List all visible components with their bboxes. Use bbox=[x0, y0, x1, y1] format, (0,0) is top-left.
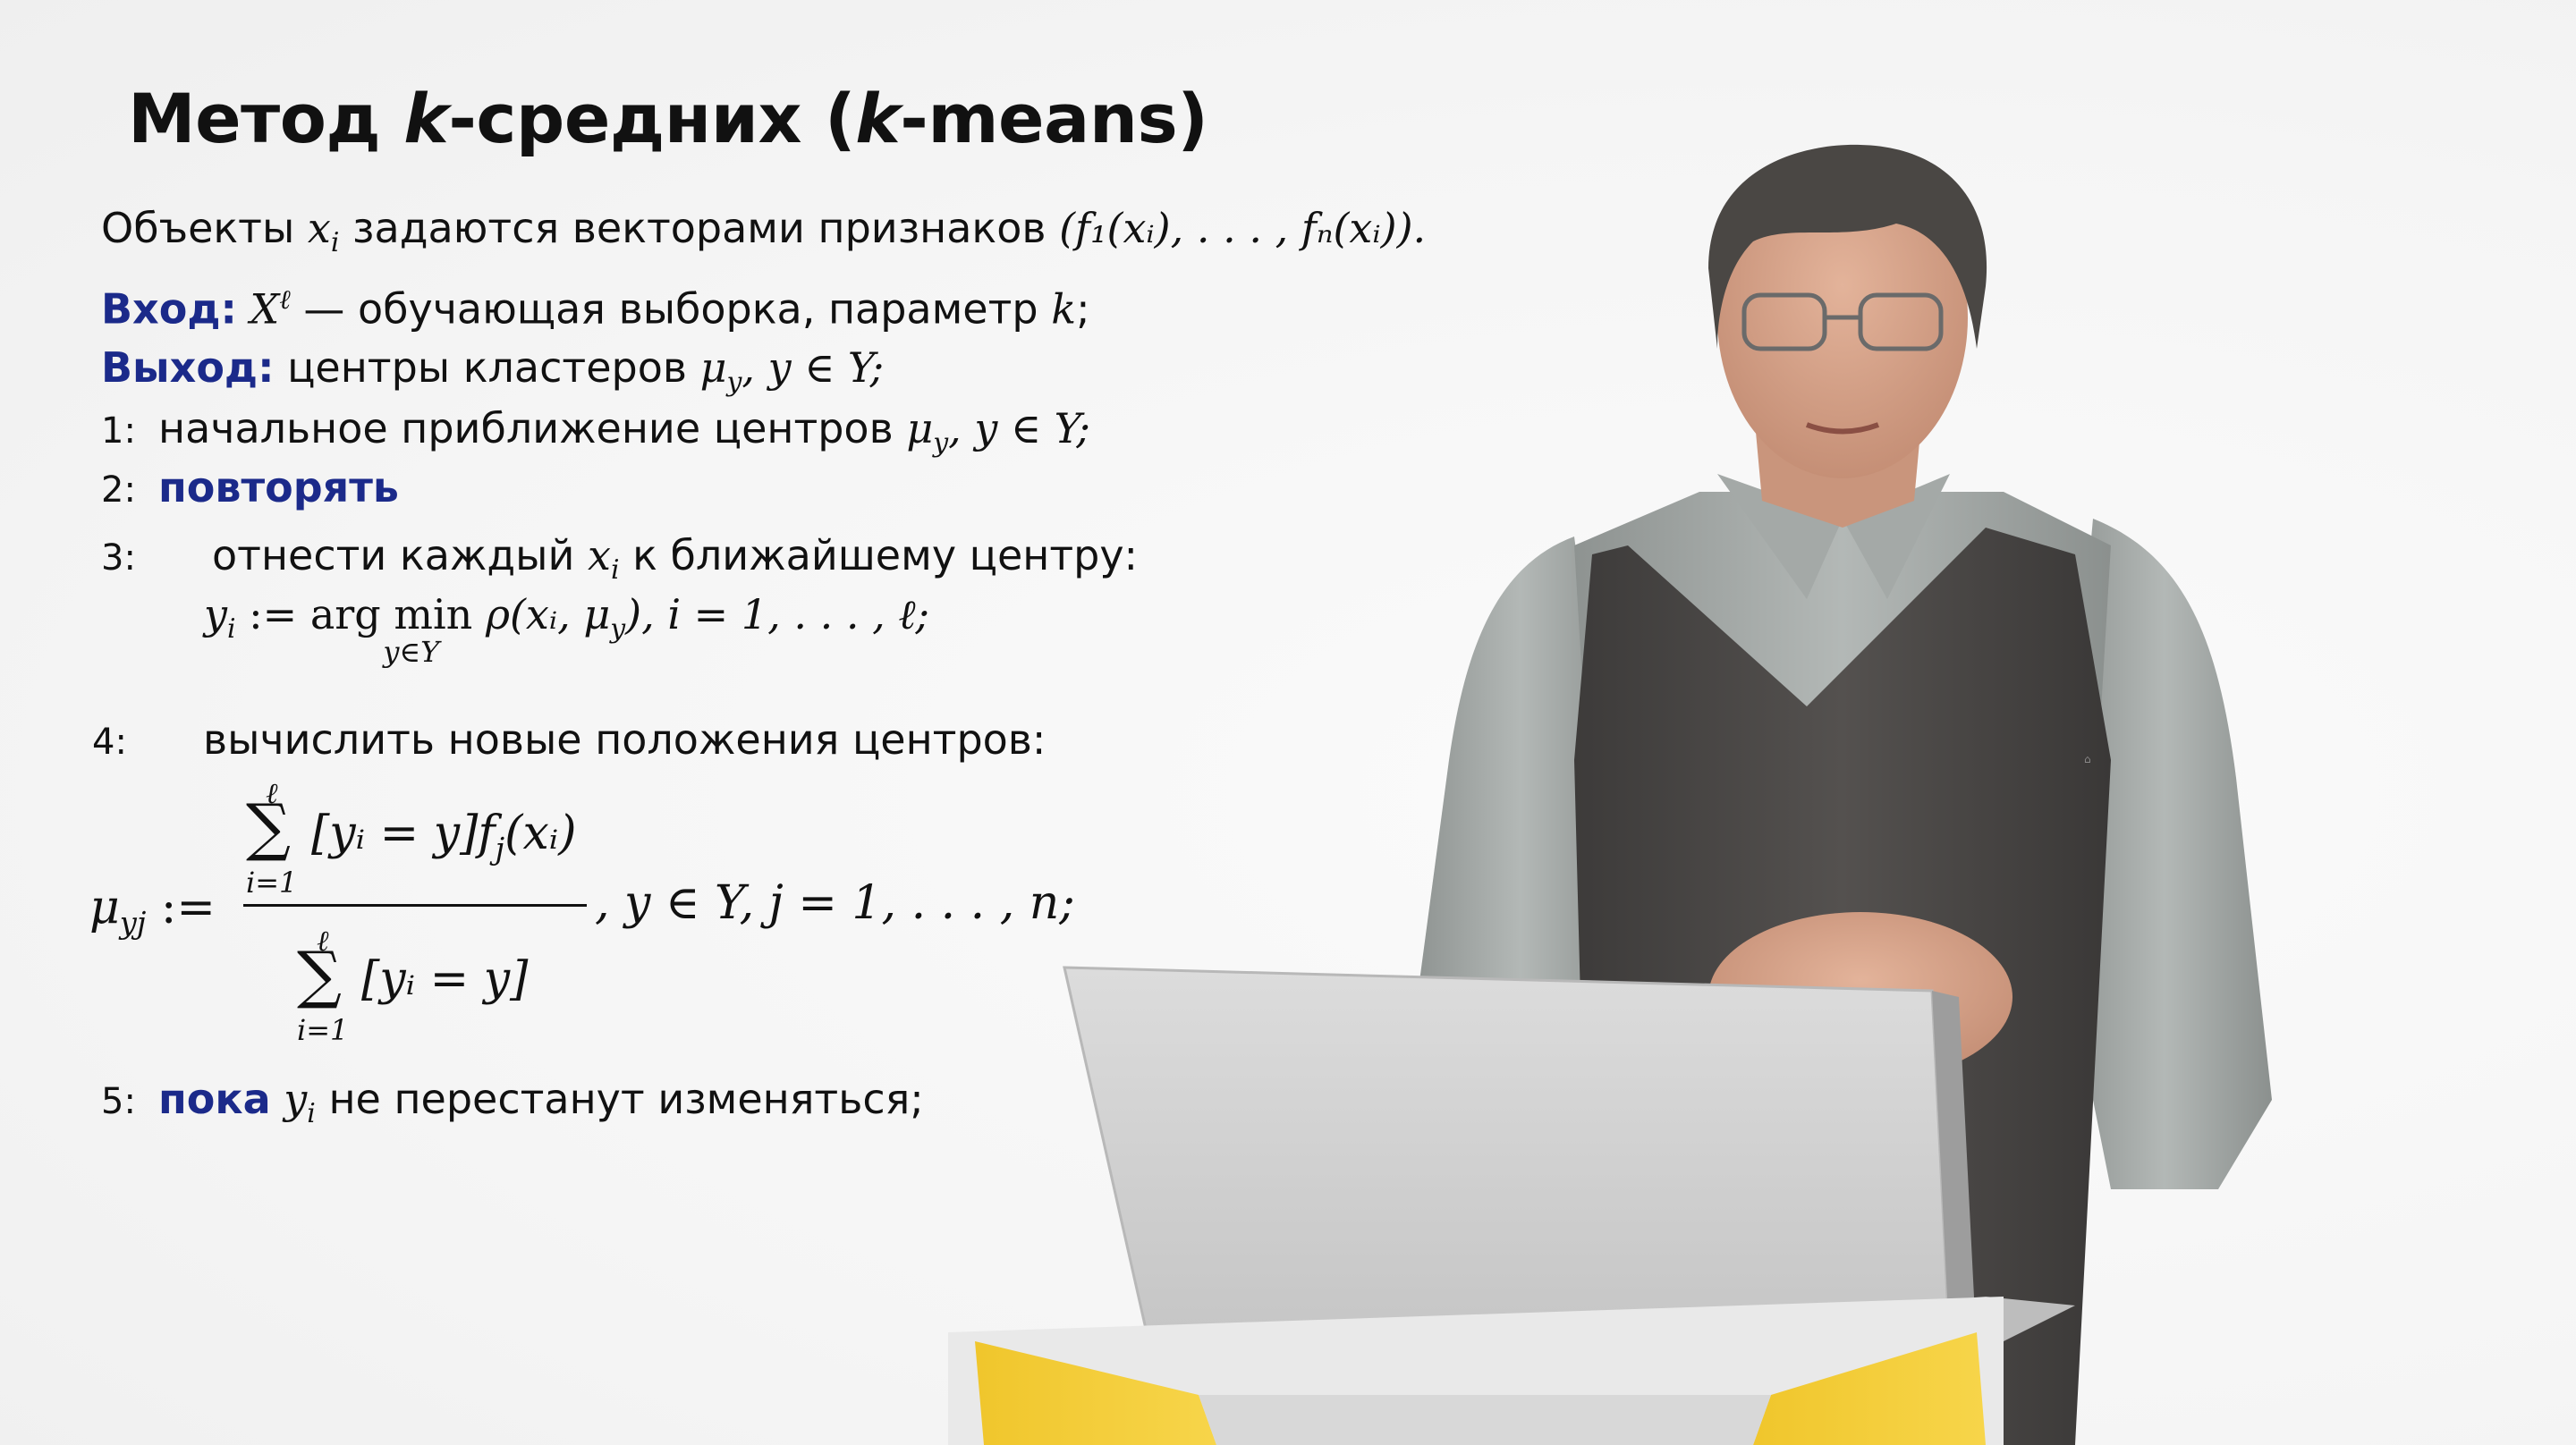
step3-formula-rhs: ρ(xᵢ, μ bbox=[485, 590, 611, 638]
step2-keyword: повторять bbox=[158, 463, 399, 511]
title-prefix: Метод bbox=[128, 79, 404, 158]
podium-front bbox=[1199, 1395, 1771, 1445]
step4-numerator-end: (xᵢ) bbox=[504, 807, 577, 860]
step5-var: y bbox=[270, 1075, 308, 1123]
step3-sub: i bbox=[610, 554, 620, 587]
title-k2: k bbox=[855, 79, 901, 158]
vest-logo: ⌂ bbox=[2084, 753, 2091, 765]
step3-argmin: min y∈Y bbox=[383, 590, 473, 669]
sigma-symbol: ∑ bbox=[246, 790, 291, 864]
output-label: Выход: bbox=[101, 343, 275, 392]
step4-text: вычислить новые положения центров: bbox=[203, 715, 1046, 764]
step4-assign: := bbox=[146, 881, 216, 934]
step4-den-lower: i=1 bbox=[297, 1013, 349, 1047]
step3-num: 3: bbox=[101, 537, 136, 579]
step4-num: 4: bbox=[92, 722, 127, 763]
step3-formula-assign: := arg bbox=[235, 590, 394, 638]
input-label: Вход: bbox=[101, 284, 237, 334]
step3-under: y∈Y bbox=[383, 635, 440, 669]
output-text: центры кластеров bbox=[274, 343, 700, 392]
input-text: — обучающая выборка, параметр bbox=[290, 284, 1052, 334]
step4-lhs-mu: μ bbox=[89, 881, 120, 934]
step4-denominator: [yᵢ = y] bbox=[361, 952, 529, 1006]
step1-sub: y bbox=[933, 427, 949, 460]
title-mid: -средних ( bbox=[448, 79, 856, 158]
step2-num: 2: bbox=[101, 469, 136, 511]
objects-text: Объекты bbox=[101, 204, 308, 252]
fraction-bar bbox=[243, 904, 587, 907]
step1-num: 1: bbox=[101, 410, 136, 452]
objects-var: x bbox=[307, 204, 331, 252]
video-frame: Метод k-средних (k-means) Объекты xi зад… bbox=[0, 0, 2576, 1445]
step5-tail: не перестанут изменяться; bbox=[315, 1075, 924, 1123]
output-line: Выход: центры кластеров μy, y ∈ Y; bbox=[101, 343, 884, 399]
input-formula: X bbox=[250, 284, 280, 334]
sigma-symbol: ∑ bbox=[297, 938, 342, 1011]
step3-formula-rhs-sub: y bbox=[610, 613, 626, 646]
step3-min: min bbox=[394, 590, 473, 638]
step5-line: 5: пока yi не перестанут изменяться; bbox=[101, 1075, 924, 1130]
step3-formula-sub: i bbox=[227, 613, 236, 646]
step1-text: начальное приближение центров bbox=[158, 404, 907, 452]
input-sup: ℓ bbox=[279, 284, 291, 316]
presenter-scene: ⌂ bbox=[948, 144, 2272, 1445]
podium bbox=[948, 1297, 2004, 1445]
step3-text: отнести каждый bbox=[212, 531, 588, 579]
step3-var: x bbox=[587, 531, 611, 579]
input-line: Вход: Xℓ — обучающая выборка, параметр k… bbox=[101, 284, 1090, 334]
step5-sub: i bbox=[307, 1098, 316, 1130]
step4-numerator-sub: j bbox=[495, 831, 505, 866]
step5-num: 5: bbox=[101, 1081, 136, 1122]
step3-formula-rhs-end: ), i = 1, . . . , ℓ; bbox=[625, 590, 929, 638]
title-k1: k bbox=[403, 79, 449, 158]
step2-line: 2: повторять bbox=[101, 463, 399, 512]
objects-sub: i bbox=[330, 227, 340, 259]
step3-formula-lhs: y bbox=[204, 590, 227, 638]
step4-num-lower: i=1 bbox=[246, 866, 298, 900]
step4-numerator: [yᵢ = y]fj(xᵢ) bbox=[311, 807, 577, 866]
output-formula: μ bbox=[699, 343, 727, 392]
step1-line: 1: начальное приближение центров μy, y ∈ … bbox=[101, 404, 1090, 460]
step1-formula: μ bbox=[906, 404, 934, 452]
step3-formula: yi := arg min y∈Y ρ(xᵢ, μy), i = 1, . . .… bbox=[204, 590, 929, 669]
output-tail: , y ∈ Y; bbox=[741, 343, 885, 392]
step5-keyword: пока bbox=[158, 1075, 271, 1123]
step4-numerator-text: [yᵢ = y]f bbox=[311, 807, 496, 860]
step4-lhs: μyj := bbox=[89, 881, 216, 940]
step4-line: 4: вычислить новые положения центров: bbox=[92, 715, 1046, 765]
output-sub: y bbox=[726, 367, 742, 399]
step4-lhs-sub: yj bbox=[119, 905, 147, 941]
